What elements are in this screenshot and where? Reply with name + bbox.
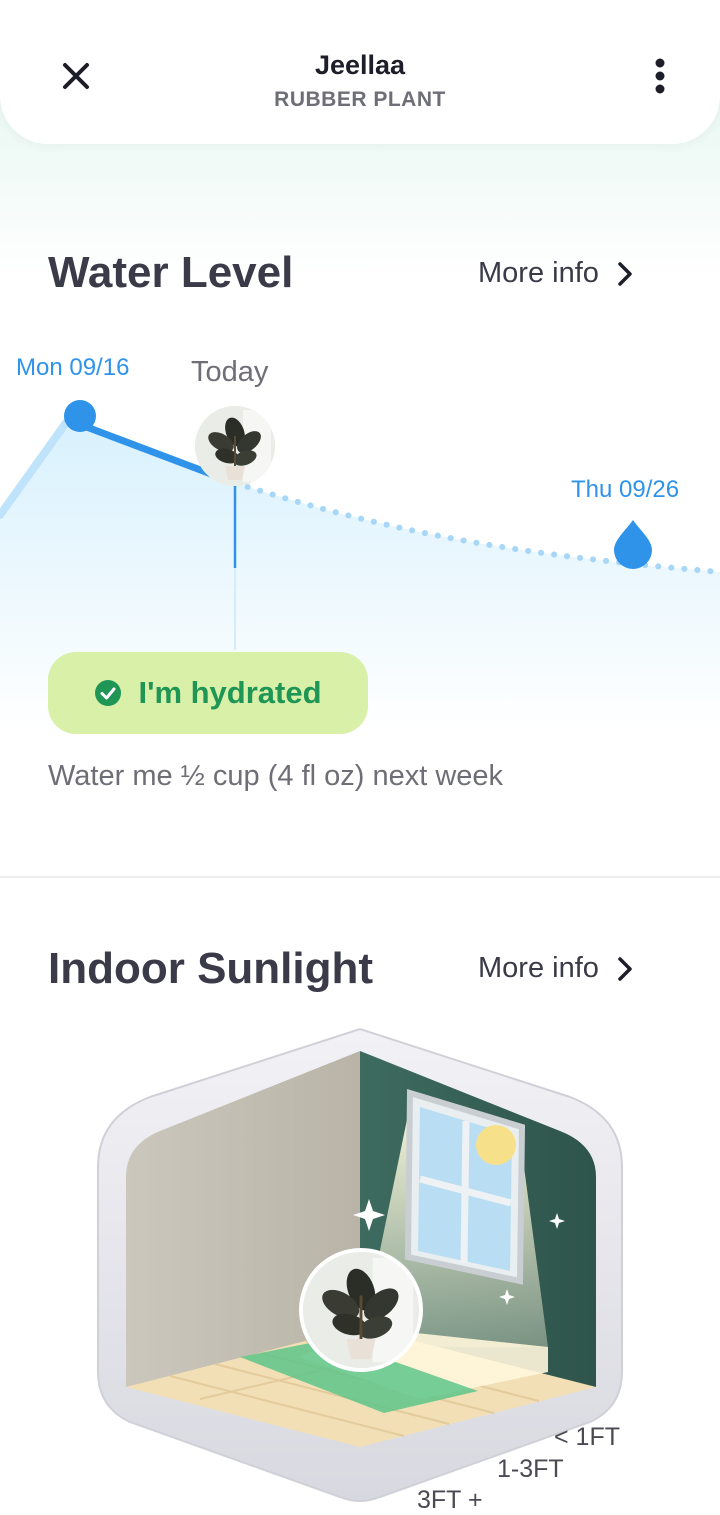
last-watered-point <box>64 400 96 432</box>
more-vertical-icon <box>655 58 665 94</box>
close-button[interactable] <box>56 56 96 96</box>
hydration-status-badge: I'm hydrated <box>48 652 368 734</box>
distance-label-near: < 1FT <box>554 1423 620 1451</box>
next-water-date: Thu 09/26 <box>571 476 680 503</box>
check-circle-icon <box>95 680 122 706</box>
more-options-button[interactable] <box>640 56 680 96</box>
last-watered-date: Mon 09/16 <box>16 354 130 381</box>
plant-photo-icon <box>195 406 275 486</box>
distance-label-mid: 1-3FT <box>497 1455 564 1483</box>
water-drop-icon <box>614 520 652 569</box>
chevron-right-icon <box>618 956 632 981</box>
plant-location-avatar <box>299 1248 423 1372</box>
today-label: Today <box>191 356 269 388</box>
distance-label-far: 3FT + <box>417 1486 483 1514</box>
water-more-info-link[interactable]: More info <box>478 257 633 290</box>
plant-photo-icon <box>303 1252 419 1368</box>
plant-type: RUBBER PLANT <box>274 88 446 111</box>
header-bar: Jeellaa RUBBER PLANT <box>0 0 720 144</box>
hydration-status-text: I'm hydrated <box>138 675 322 710</box>
watering-instruction: Water me ½ cup (4 fl oz) next week <box>48 760 504 792</box>
window-icon <box>404 1088 526 1285</box>
plant-avatar <box>195 406 275 486</box>
water-more-info-label: More info <box>478 257 599 289</box>
close-icon <box>63 63 89 89</box>
plant-name: Jeellaa <box>314 50 406 80</box>
section-divider <box>0 876 720 878</box>
chevron-right-icon <box>618 261 632 286</box>
water-level-title: Water Level <box>48 248 294 297</box>
indoor-sunlight-title: Indoor Sunlight <box>48 944 374 993</box>
sunlight-more-info-link[interactable]: More info <box>478 952 633 985</box>
sunlight-more-info-label: More info <box>478 952 599 984</box>
